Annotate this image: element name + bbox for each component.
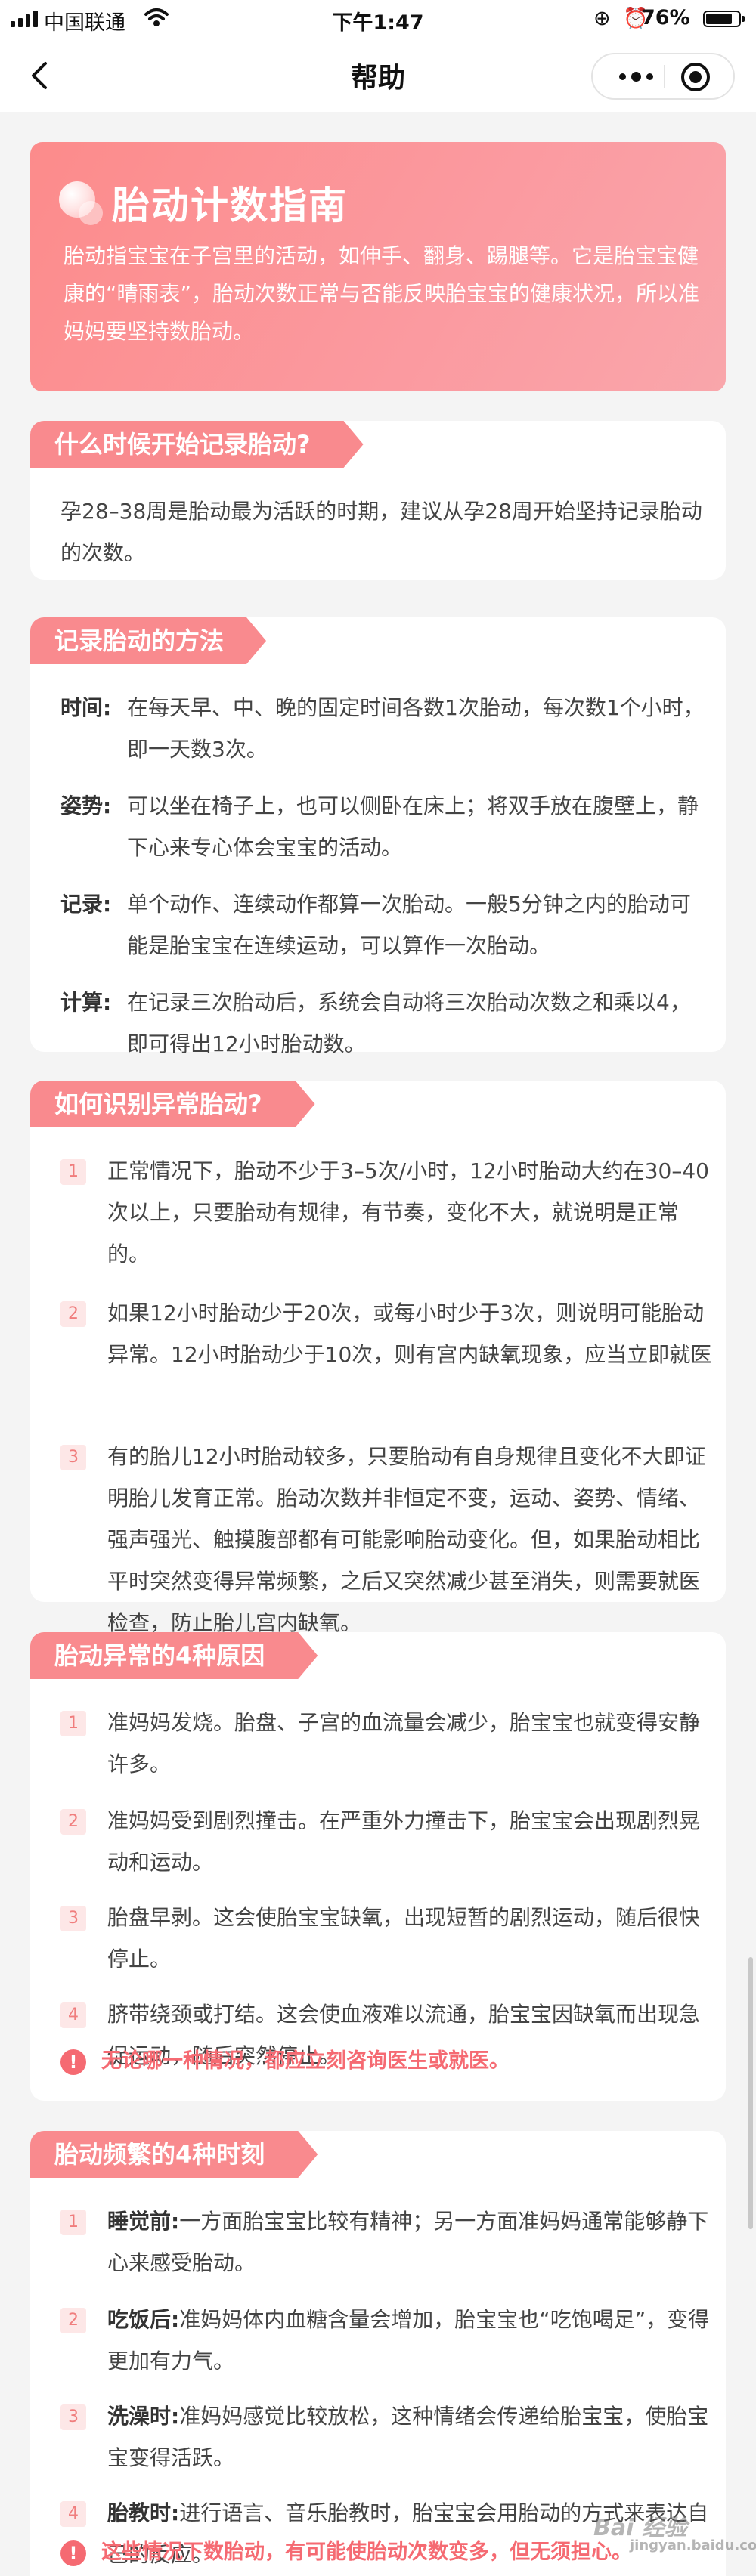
item-label: 吃饭后: bbox=[107, 2307, 180, 2332]
bubble-icon bbox=[59, 181, 103, 225]
item-number: 4 bbox=[60, 2501, 86, 2527]
list-item: 1 准妈妈发烧。胎盘、子宫的血流量会减少，胎宝宝也就变得安静许多。 bbox=[60, 1702, 711, 1785]
item-text: 准妈妈发烧。胎盘、子宫的血流量会减少，胎宝宝也就变得安静许多。 bbox=[107, 1710, 701, 1777]
item-number: 4 bbox=[60, 2002, 86, 2028]
item-text: 如果12小时胎动少于20次，或每小时少于3次，则说明可能胎动异常。12小时胎动少… bbox=[107, 1300, 712, 1367]
hero-description: 胎动指宝宝在子宫里的活动，如伸手、翻身、踢腿等。它是胎宝宝健康的“晴雨表”，胎动… bbox=[64, 243, 700, 344]
mini-program-capsule bbox=[591, 53, 735, 100]
item-text: 洗澡时:准妈妈感觉比较放松，这种情绪会传递给胎宝宝，使胎宝宝变得活跃。 bbox=[107, 2395, 712, 2479]
list-item: 3 胎盘早剥。这会使胎宝宝缺氧，出现短暂的剧烈运动，随后很快停止。 bbox=[60, 1897, 711, 1980]
item-text: 吃饭后:准妈妈体内血糖含量会增加，胎宝宝也“吃饱喝足”，变得更加有力气。 bbox=[107, 2299, 712, 2382]
item-body: 准妈妈体内血糖含量会增加，胎宝宝也“吃饱喝足”，变得更加有力气。 bbox=[107, 2307, 710, 2373]
item-number: 3 bbox=[60, 2404, 86, 2430]
item-label: 睡觉前: bbox=[107, 2209, 180, 2234]
more-icon[interactable] bbox=[609, 54, 662, 98]
method-row: 计算: 在记录三次胎动后，系统会自动将三次胎动次数之和乘以4，即可得出12小时胎… bbox=[60, 982, 711, 1065]
section-reasons: 胎动异常的4种原因 1 准妈妈发烧。胎盘、子宫的血流量会减少，胎宝宝也就变得安静… bbox=[30, 1632, 726, 2101]
scrollbar[interactable] bbox=[748, 1957, 753, 2229]
item-number: 3 bbox=[60, 1906, 86, 1931]
status-bar: 中国联通 下午1:47 ⊕ ⏰ 76% bbox=[0, 0, 756, 39]
close-target-icon[interactable] bbox=[681, 63, 710, 91]
item-text: 有的胎儿12小时胎动较多，只要胎动有自身规律且变化不大即证明胎儿发育正常。胎动次… bbox=[107, 1444, 706, 1635]
item-number: 1 bbox=[60, 1711, 86, 1736]
nav-bar: 帮助 bbox=[0, 39, 756, 112]
row-label: 计算: bbox=[60, 990, 112, 1015]
item-number: 2 bbox=[60, 1301, 86, 1327]
section-title: 记录胎动的方法 bbox=[30, 617, 266, 664]
watermark: Bai 经验 jingyan.baidu.com bbox=[593, 2509, 756, 2562]
section-method: 记录胎动的方法 时间: 在每天早、中、晚的固定时间各数1次胎动，每次数1个小时，… bbox=[30, 617, 726, 1056]
item-text: 正常情况下，胎动不少于3–5次/小时，12小时胎动大约在30–40次以上，只要胎… bbox=[107, 1158, 709, 1266]
row-label: 姿势: bbox=[60, 793, 112, 818]
row-text: 在记录三次胎动后，系统会自动将三次胎动次数之和乘以4，即可得出12小时胎动数。 bbox=[127, 990, 691, 1056]
item-label: 洗澡时: bbox=[107, 2404, 180, 2429]
warning-text: 这些情况下数胎动，有可能使胎动次数变多，但无须担心。 bbox=[101, 2540, 632, 2564]
section-text: 孕28–38周是胎动最为活跃的时期，建议从孕28周开始坚持记录胎动的次数。 bbox=[60, 499, 702, 565]
item-text: 睡觉前:一方面胎宝宝比较有精神；另一方面准妈妈通常能够静下心来感受胎动。 bbox=[107, 2200, 712, 2284]
section-abnormal: 如何识别异常胎动? 1 正常情况下，胎动不少于3–5次/小时，12小时胎动大约在… bbox=[30, 1081, 726, 1635]
item-number: 3 bbox=[60, 1445, 86, 1470]
row-text: 可以坐在椅子上，也可以侧卧在床上；将双手放在腹壁上，静下心来专心体会宝宝的活动。 bbox=[127, 793, 699, 860]
section-title: 胎动频繁的4种时刻 bbox=[30, 2131, 318, 2178]
warning-note: ! 无论哪一种情况，都应立刻咨询医生或就医。 bbox=[60, 2040, 711, 2082]
method-row: 时间: 在每天早、中、晚的固定时间各数1次胎动，每次数1个小时，即一天数3次。 bbox=[60, 687, 711, 770]
list-item: 2 如果12小时胎动少于20次，或每小时少于3次，则说明可能胎动异常。12小时胎… bbox=[60, 1292, 711, 1417]
item-number: 2 bbox=[60, 1809, 86, 1835]
battery-icon bbox=[703, 11, 745, 27]
list-item: 3 有的胎儿12小时胎动较多，只要胎动有自身规律且变化不大即证明胎儿发育正常。胎… bbox=[60, 1436, 711, 1635]
item-text: 胎盘早剥。这会使胎宝宝缺氧，出现短暂的剧烈运动，随后很快停止。 bbox=[107, 1905, 701, 1971]
hero-card: 胎动计数指南 胎动指宝宝在子宫里的活动，如伸手、翻身、踢腿等。它是胎宝宝健康的“… bbox=[30, 142, 726, 391]
row-text: 在每天早、中、晚的固定时间各数1次胎动，每次数1个小时，即一天数3次。 bbox=[127, 695, 705, 762]
section-title: 如何识别异常胎动? bbox=[30, 1081, 315, 1127]
row-text: 单个动作、连续动作都算一次胎动。一般5分钟之内的胎动可能是胎宝宝在连续运动，可以… bbox=[127, 892, 691, 958]
item-number: 1 bbox=[60, 1159, 86, 1185]
watermark-sub: jingyan.baidu.com bbox=[630, 2537, 756, 2553]
item-body: 准妈妈感觉比较放松，这种情绪会传递给胎宝宝，使胎宝宝变得活跃。 bbox=[107, 2404, 709, 2470]
alert-icon: ! bbox=[60, 2049, 86, 2075]
list-item: 1 睡觉前:一方面胎宝宝比较有精神；另一方面准妈妈通常能够静下心来感受胎动。 bbox=[60, 2200, 711, 2284]
row-label: 时间: bbox=[60, 695, 112, 720]
section-title: 胎动异常的4种原因 bbox=[30, 1632, 318, 1679]
item-label: 胎教时: bbox=[107, 2500, 180, 2525]
item-number: 1 bbox=[60, 2210, 86, 2235]
hero-title: 胎动计数指南 bbox=[112, 184, 348, 227]
battery-percent: 76% bbox=[641, 6, 690, 29]
method-row: 记录: 单个动作、连续动作都算一次胎动。一般5分钟之内的胎动可能是胎宝宝在连续运… bbox=[60, 883, 711, 966]
capsule-divider bbox=[664, 65, 665, 88]
alert-icon: ! bbox=[60, 2540, 86, 2566]
row-label: 记录: bbox=[60, 892, 112, 917]
item-text: 准妈妈受到剧烈撞击。在严重外力撞击下，胎宝宝会出现剧烈晃动和运动。 bbox=[107, 1808, 701, 1875]
section-title: 什么时候开始记录胎动? bbox=[30, 421, 364, 468]
list-item: 2 准妈妈受到剧烈撞击。在严重外力撞击下，胎宝宝会出现剧烈晃动和运动。 bbox=[60, 1800, 711, 1883]
method-row: 姿势: 可以坐在椅子上，也可以侧卧在床上；将双手放在腹壁上，静下心来专心体会宝宝… bbox=[60, 785, 711, 868]
item-body: 一方面胎宝宝比较有精神；另一方面准妈妈通常能够静下心来感受胎动。 bbox=[107, 2209, 709, 2275]
list-item: 2 吃饭后:准妈妈体内血糖含量会增加，胎宝宝也“吃饱喝足”，变得更加有力气。 bbox=[60, 2299, 711, 2382]
item-number: 2 bbox=[60, 2308, 86, 2333]
list-item: 3 洗澡时:准妈妈感觉比较放松，这种情绪会传递给胎宝宝，使胎宝宝变得活跃。 bbox=[60, 2395, 711, 2479]
section-when: 什么时候开始记录胎动? 孕28–38周是胎动最为活跃的时期，建议从孕28周开始坚… bbox=[30, 421, 726, 580]
warning-text: 无论哪一种情况，都应立刻咨询医生或就医。 bbox=[101, 2049, 510, 2073]
list-item: 1 正常情况下，胎动不少于3–5次/小时，12小时胎动大约在30–40次以上，只… bbox=[60, 1150, 711, 1275]
